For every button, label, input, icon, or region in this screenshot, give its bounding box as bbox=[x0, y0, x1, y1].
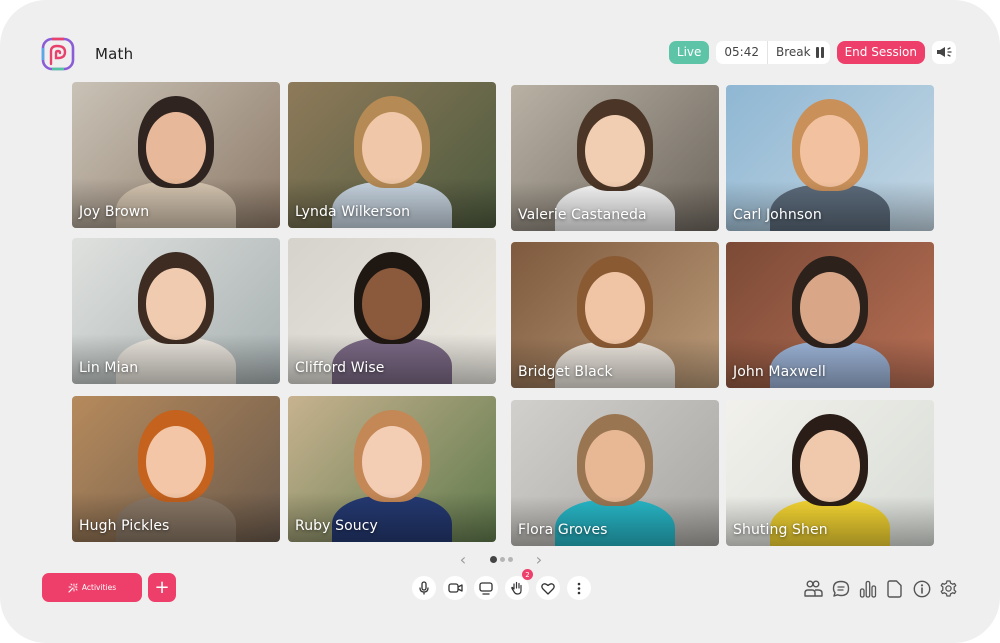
video-tile[interactable]: Clifford Wise bbox=[288, 238, 496, 384]
page-title: Math bbox=[95, 45, 134, 63]
reaction-button[interactable] bbox=[536, 576, 560, 600]
microphone-button[interactable] bbox=[412, 576, 436, 600]
heart-icon bbox=[541, 582, 555, 595]
document-button[interactable] bbox=[885, 579, 904, 598]
name-gradient bbox=[288, 492, 496, 542]
participant-face bbox=[362, 268, 422, 340]
session-timer: 05:42 bbox=[716, 40, 768, 64]
video-tile[interactable]: Valerie Castaneda bbox=[511, 85, 719, 231]
participant-face bbox=[800, 115, 860, 187]
live-badge: Live bbox=[668, 40, 710, 64]
participant-name: Lynda Wilkerson bbox=[295, 204, 411, 220]
more-icon bbox=[577, 582, 581, 595]
timer-group: 05:42 Break bbox=[716, 40, 830, 64]
video-tile[interactable]: Ruby Soucy bbox=[288, 396, 496, 542]
participant-face bbox=[800, 272, 860, 344]
media-controls: 2 bbox=[412, 569, 591, 600]
name-gradient bbox=[511, 181, 719, 231]
name-gradient bbox=[288, 178, 496, 228]
activities-button[interactable]: Activities bbox=[42, 573, 142, 602]
participant-face bbox=[362, 426, 422, 498]
participant-name: Clifford Wise bbox=[295, 360, 385, 376]
participant-name: Valerie Castaneda bbox=[518, 207, 647, 223]
session-controls: Live 05:42 Break End Session bbox=[668, 40, 956, 64]
camera-button[interactable] bbox=[443, 576, 467, 600]
info-icon bbox=[913, 580, 931, 598]
screen-share-icon bbox=[479, 581, 493, 595]
page-dot-1[interactable] bbox=[489, 555, 497, 563]
pagination: ‹ › bbox=[456, 550, 546, 569]
participants-button[interactable] bbox=[804, 579, 823, 598]
page-indicator bbox=[489, 555, 513, 563]
raise-hand-count-badge: 2 bbox=[522, 569, 533, 580]
participants-icon bbox=[804, 580, 823, 598]
chat-icon bbox=[832, 580, 850, 598]
name-gradient bbox=[72, 334, 280, 384]
add-button[interactable]: + bbox=[148, 573, 176, 602]
name-gradient bbox=[726, 338, 934, 388]
app-logo-icon bbox=[41, 37, 75, 71]
name-gradient bbox=[726, 181, 934, 231]
next-page-button[interactable]: › bbox=[532, 550, 546, 569]
participant-face bbox=[585, 115, 645, 187]
break-label: Break bbox=[776, 45, 811, 59]
participant-name: Carl Johnson bbox=[733, 207, 822, 223]
page-dot-2[interactable] bbox=[499, 556, 505, 562]
document-icon bbox=[887, 579, 902, 598]
name-gradient bbox=[72, 178, 280, 228]
info-button[interactable] bbox=[912, 579, 931, 598]
break-button[interactable]: Break bbox=[768, 45, 830, 59]
end-session-button[interactable]: End Session bbox=[836, 40, 925, 64]
name-gradient bbox=[72, 492, 280, 542]
raise-hand-icon bbox=[510, 581, 524, 595]
name-gradient bbox=[511, 496, 719, 546]
stats-button[interactable] bbox=[858, 579, 877, 598]
settings-icon bbox=[939, 579, 958, 598]
video-tile[interactable]: Hugh Pickles bbox=[72, 396, 280, 542]
participant-face bbox=[362, 112, 422, 184]
video-tile[interactable]: Flora Groves bbox=[511, 400, 719, 546]
video-tile[interactable]: Bridget Black bbox=[511, 242, 719, 388]
participant-name: Joy Brown bbox=[79, 204, 150, 220]
name-gradient bbox=[726, 496, 934, 546]
video-tile[interactable]: John Maxwell bbox=[726, 242, 934, 388]
participant-face bbox=[146, 426, 206, 498]
page-dot-3[interactable] bbox=[507, 556, 513, 562]
chat-button[interactable] bbox=[831, 579, 850, 598]
participant-name: Ruby Soucy bbox=[295, 518, 378, 534]
more-button[interactable] bbox=[567, 576, 591, 600]
sparkle-wand-icon bbox=[68, 583, 78, 593]
participant-face bbox=[146, 268, 206, 340]
activities-label: Activities bbox=[81, 583, 117, 592]
participant-name: John Maxwell bbox=[733, 364, 826, 380]
participant-name: Hugh Pickles bbox=[79, 518, 170, 534]
participant-name: Shuting Shen bbox=[733, 522, 828, 538]
name-gradient bbox=[288, 334, 496, 384]
announce-button[interactable] bbox=[932, 40, 956, 64]
participant-name: Bridget Black bbox=[518, 364, 613, 380]
participant-face bbox=[800, 430, 860, 502]
sidebar-tools bbox=[804, 579, 958, 598]
participant-name: Flora Groves bbox=[518, 522, 608, 538]
name-gradient bbox=[511, 338, 719, 388]
megaphone-icon bbox=[936, 46, 952, 58]
settings-button[interactable] bbox=[939, 579, 958, 598]
screen-share-button[interactable] bbox=[474, 576, 498, 600]
raise-hand-button[interactable]: 2 bbox=[505, 569, 533, 600]
microphone-icon bbox=[417, 581, 431, 595]
participant-face bbox=[585, 430, 645, 502]
stats-icon bbox=[859, 580, 877, 598]
participant-face bbox=[585, 272, 645, 344]
camera-icon bbox=[447, 582, 463, 594]
video-tile[interactable]: Lynda Wilkerson bbox=[288, 82, 496, 228]
pause-icon bbox=[815, 46, 824, 58]
video-tile[interactable]: Lin Mian bbox=[72, 238, 280, 384]
participant-name: Lin Mian bbox=[79, 360, 139, 376]
prev-page-button[interactable]: ‹ bbox=[456, 550, 470, 569]
video-tile[interactable]: Shuting Shen bbox=[726, 400, 934, 546]
participant-face bbox=[146, 112, 206, 184]
video-tile[interactable]: Joy Brown bbox=[72, 82, 280, 228]
video-tile[interactable]: Carl Johnson bbox=[726, 85, 934, 231]
